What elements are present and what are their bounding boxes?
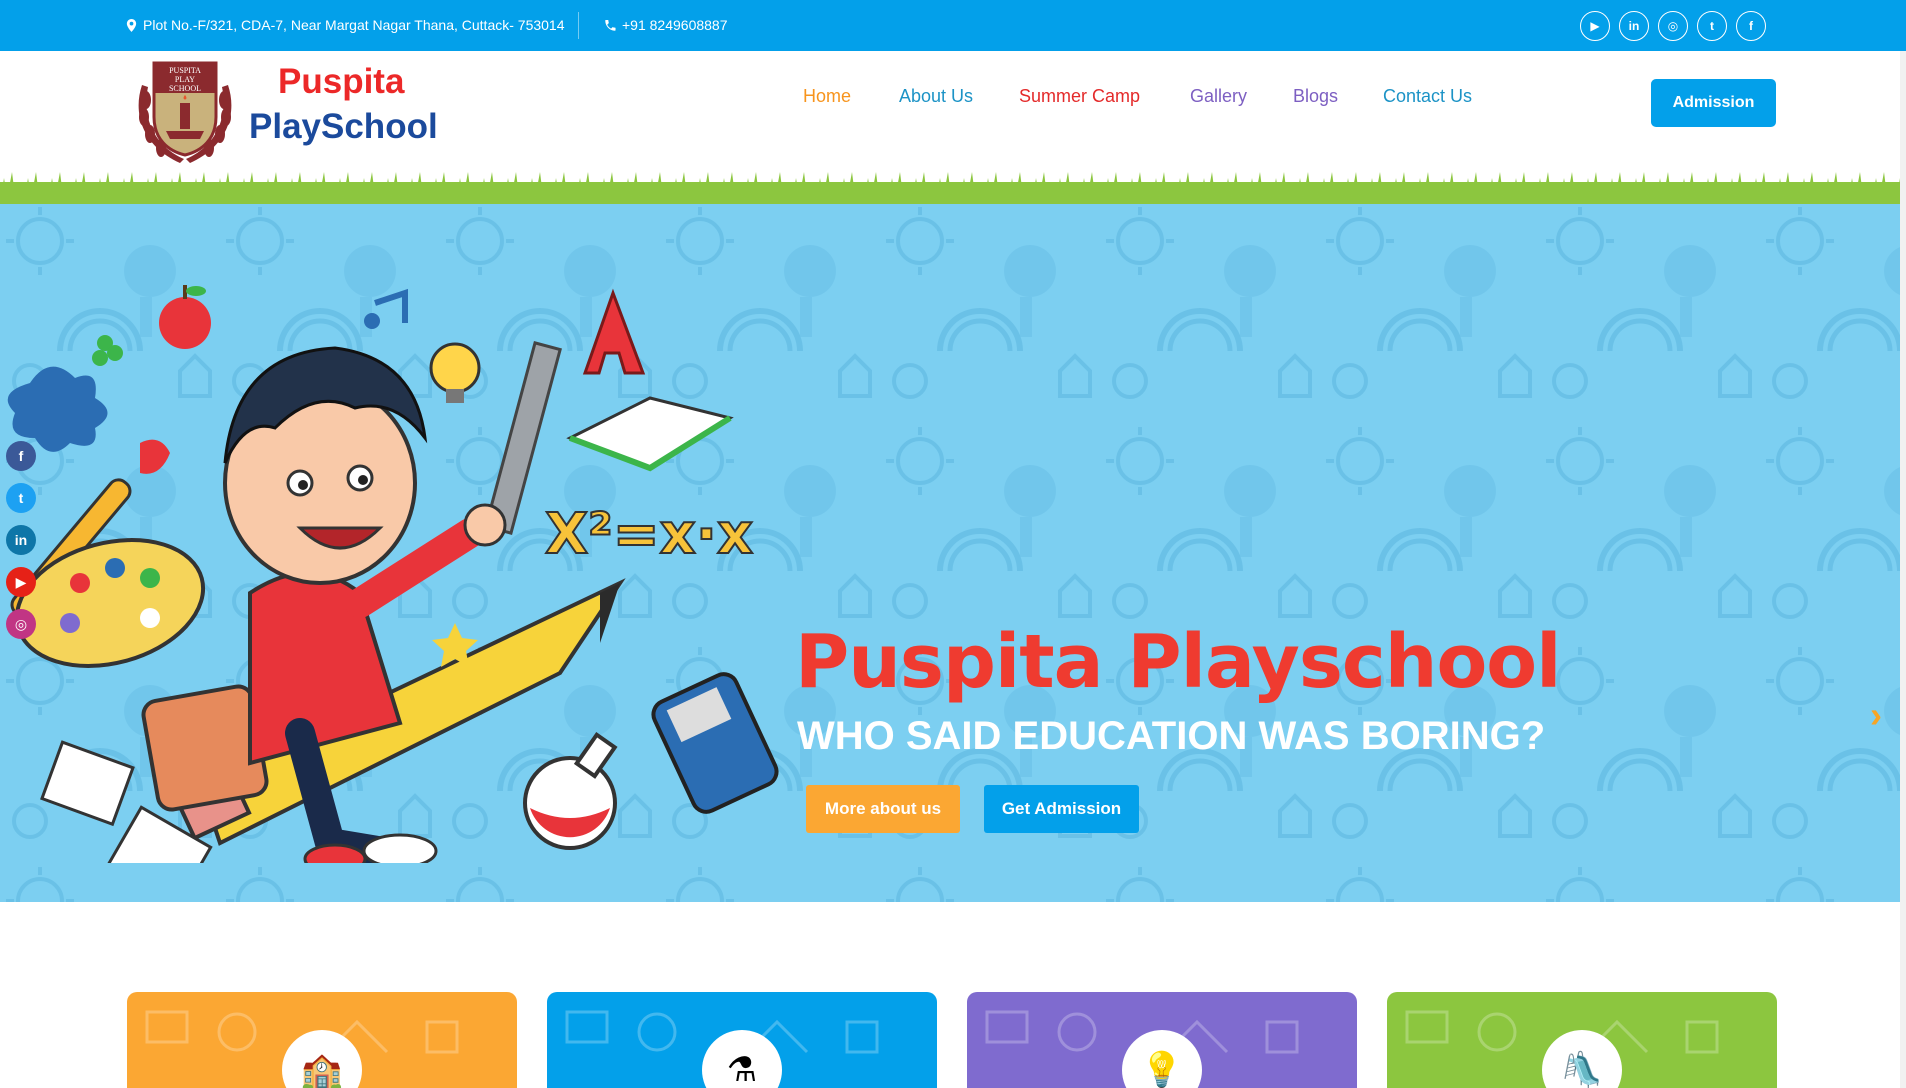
twitter-icon[interactable]: t xyxy=(6,483,36,513)
slider-next-arrow-icon[interactable]: › xyxy=(1870,694,1882,736)
feature-card-3[interactable]: 💡 xyxy=(967,992,1357,1088)
admission-button[interactable]: Admission xyxy=(1651,79,1776,127)
page-scrollbar[interactable] xyxy=(1900,51,1906,1088)
boy-riding-pencil-illustration: X²=x·x xyxy=(7,285,779,863)
more-about-us-button[interactable]: More about us xyxy=(806,785,960,833)
address-text: Plot No.-F/321, CDA-7, Near Margat Nagar… xyxy=(143,17,565,33)
phone-info: +91 8249608887 xyxy=(605,17,728,33)
phone-text: +91 8249608887 xyxy=(622,17,728,33)
nav-summer-camp[interactable]: Summer Camp xyxy=(1019,86,1140,107)
emblem-bottom-text: SCHOOL xyxy=(169,84,201,93)
topbar-divider xyxy=(578,12,579,39)
instagram-icon[interactable]: ◎ xyxy=(1658,11,1688,41)
nav-gallery[interactable]: Gallery xyxy=(1190,86,1247,107)
feature-card-1[interactable]: 🏫 xyxy=(127,992,517,1088)
hero-subtitle: WHO SAID EDUCATION WAS BORING? xyxy=(797,714,1546,758)
floating-social-bar: f t in ▶ ◎ xyxy=(6,441,36,639)
feature-card-4[interactable]: 🛝 xyxy=(1387,992,1777,1088)
youtube-icon[interactable]: ▶ xyxy=(1580,11,1610,41)
get-admission-button[interactable]: Get Admission xyxy=(984,785,1139,833)
emblem-top-text: PUSPITA xyxy=(169,66,201,75)
facebook-icon[interactable]: f xyxy=(1736,11,1766,41)
facebook-icon[interactable]: f xyxy=(6,441,36,471)
address-info: Plot No.-F/321, CDA-7, Near Margat Nagar… xyxy=(126,17,565,33)
top-bar: Plot No.-F/321, CDA-7, Near Margat Nagar… xyxy=(0,0,1906,51)
logo-text-playschool[interactable]: PlaySchool xyxy=(249,107,438,147)
twitter-icon[interactable]: t xyxy=(1697,11,1727,41)
nav-contact-us[interactable]: Contact Us xyxy=(1383,86,1472,107)
linkedin-icon[interactable]: in xyxy=(6,525,36,555)
hero-title: Puspita Playschool xyxy=(795,619,1562,705)
emblem-mid-text: PLAY xyxy=(175,75,195,84)
top-social-links: ▶ in ◎ t f xyxy=(1580,11,1766,41)
phone-icon xyxy=(605,19,616,31)
feature-card-2[interactable]: ⚗ xyxy=(547,992,937,1088)
hero-slider: X²=x·x Puspita Playschool WHO SAID EDUCA… xyxy=(0,201,1900,902)
nav-about-us[interactable]: About Us xyxy=(899,86,973,107)
grass-border xyxy=(0,170,1906,204)
youtube-icon[interactable]: ▶ xyxy=(6,567,36,597)
map-marker-icon xyxy=(126,18,137,32)
logo-text-puspita[interactable]: Puspita xyxy=(278,62,404,102)
svg-text:X²=x·x: X²=x·x xyxy=(545,502,753,567)
nav-blogs[interactable]: Blogs xyxy=(1293,86,1338,107)
linkedin-icon[interactable]: in xyxy=(1619,11,1649,41)
instagram-icon[interactable]: ◎ xyxy=(6,609,36,639)
nav-home[interactable]: Home xyxy=(803,86,851,107)
school-emblem-logo[interactable]: PUSPITA PLAY SCHOOL xyxy=(132,55,238,167)
